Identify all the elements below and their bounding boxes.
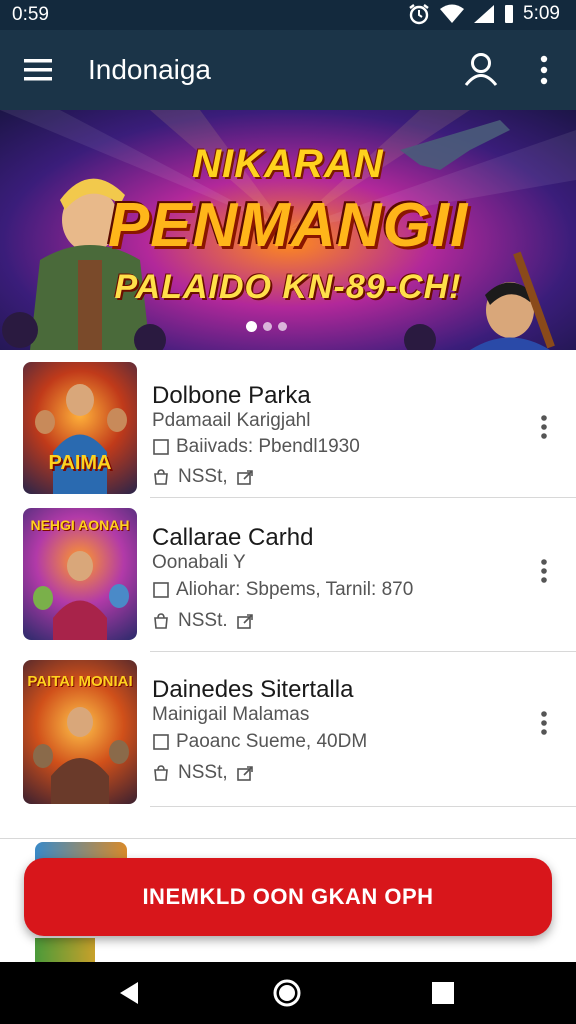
item-meta-text: Aliohar: Sbpems, Tarnil: 870: [176, 579, 414, 600]
game-thumbnail-partial[interactable]: [35, 938, 95, 962]
item-more-icon[interactable]: [534, 412, 554, 442]
item-meta-text: Paoanc Sueme, 40DM: [176, 731, 368, 752]
item-title: Dainedes Sitertalla: [152, 676, 354, 703]
banner-headline-main: PENMANGII: [107, 191, 469, 260]
overflow-menu-icon[interactable]: [534, 52, 554, 88]
list-divider: [150, 806, 576, 807]
game-thumbnail[interactable]: NEHGI AONAH: [23, 508, 137, 640]
thumbnail-title: PAITAI MONIAI: [27, 673, 133, 690]
home-circle-icon[interactable]: [270, 976, 304, 1010]
item-tag-text: NSSt.: [178, 610, 228, 631]
promo-banner[interactable]: NIKARAN PENMANGII PALAIDO KN-89-CH!: [0, 110, 576, 350]
banner-headline-top: NIKARAN: [192, 142, 384, 186]
item-tags: NSSt.: [152, 610, 254, 632]
info-box-icon: [153, 734, 169, 750]
battery-icon: [503, 4, 515, 24]
item-tag-text: NSSt,: [178, 466, 228, 487]
status-time-right: 5:09: [523, 3, 560, 24]
list-divider: [150, 651, 576, 652]
bag-icon: [154, 765, 168, 781]
list-item[interactable]: NEHGI AONAH Callarae Carhd Oonabali Y Al…: [0, 506, 576, 656]
app-title: Indonaiga: [88, 54, 212, 85]
thumbnail-title: PAIMA: [48, 452, 112, 474]
account-icon[interactable]: [462, 50, 500, 88]
back-triangle-icon[interactable]: [112, 976, 146, 1010]
list-item[interactable]: PAITAI MONIAI Dainedes Sitertalla Mainig…: [0, 658, 576, 808]
system-nav-bar: [0, 962, 576, 1024]
list-item[interactable]: PAIMA Dolbone Parka Pdamaail Karigjahl B…: [0, 360, 576, 510]
hamburger-menu-icon[interactable]: [22, 54, 56, 86]
pager-dot-3[interactable]: [278, 322, 287, 331]
recents-square-icon[interactable]: [426, 976, 460, 1010]
status-icons: 5:09: [407, 3, 560, 25]
banner-pager[interactable]: [246, 321, 287, 332]
item-subtitle: Oonabali Y: [152, 552, 246, 573]
item-subtitle: Mainigail Malamas: [152, 704, 310, 725]
item-more-icon[interactable]: [534, 556, 554, 586]
share-box-icon[interactable]: [236, 612, 254, 630]
item-meta: Paoanc Sueme, 40DM: [152, 731, 367, 753]
item-more-icon[interactable]: [534, 708, 554, 738]
pager-dot-2[interactable]: [263, 322, 272, 331]
item-tags: NSSt,: [152, 762, 254, 784]
app-bar: Indonaiga: [0, 30, 576, 110]
item-meta: Aliohar: Sbpems, Tarnil: 870: [152, 579, 413, 601]
item-title: Callarae Carhd: [152, 524, 314, 551]
item-subtitle: Pdamaail Karigjahl: [152, 410, 311, 431]
wifi-icon: [439, 4, 465, 24]
item-tag-text: NSSt,: [178, 762, 228, 783]
share-box-icon[interactable]: [236, 468, 254, 486]
info-box-icon: [153, 439, 169, 455]
share-box-icon[interactable]: [236, 764, 254, 782]
bag-icon: [154, 613, 168, 629]
primary-cta-button[interactable]: INEMKLD OON GKAN OPH: [24, 858, 552, 936]
signal-icon: [473, 4, 495, 24]
list-divider: [0, 838, 576, 839]
item-tags: NSSt,: [152, 466, 254, 488]
info-box-icon: [153, 582, 169, 598]
status-bar: 0:59 5:09: [0, 0, 576, 30]
item-title: Dolbone Parka: [152, 382, 311, 409]
thumbnail-title: NEHGI AONAH: [30, 517, 130, 533]
game-thumbnail[interactable]: PAIMA: [23, 362, 137, 494]
pager-dot-1[interactable]: [246, 321, 257, 332]
alarm-icon: [407, 3, 431, 25]
banner-headline-sub: PALAIDO KN-89-CH!: [114, 268, 462, 306]
item-meta: Baiivads: Pbendl1930: [152, 436, 360, 458]
list-divider: [150, 497, 576, 498]
bag-icon: [154, 469, 168, 485]
item-meta-text: Baiivads: Pbendl1930: [176, 436, 360, 457]
status-time-left: 0:59: [12, 4, 49, 25]
game-thumbnail[interactable]: PAITAI MONIAI: [23, 660, 137, 804]
